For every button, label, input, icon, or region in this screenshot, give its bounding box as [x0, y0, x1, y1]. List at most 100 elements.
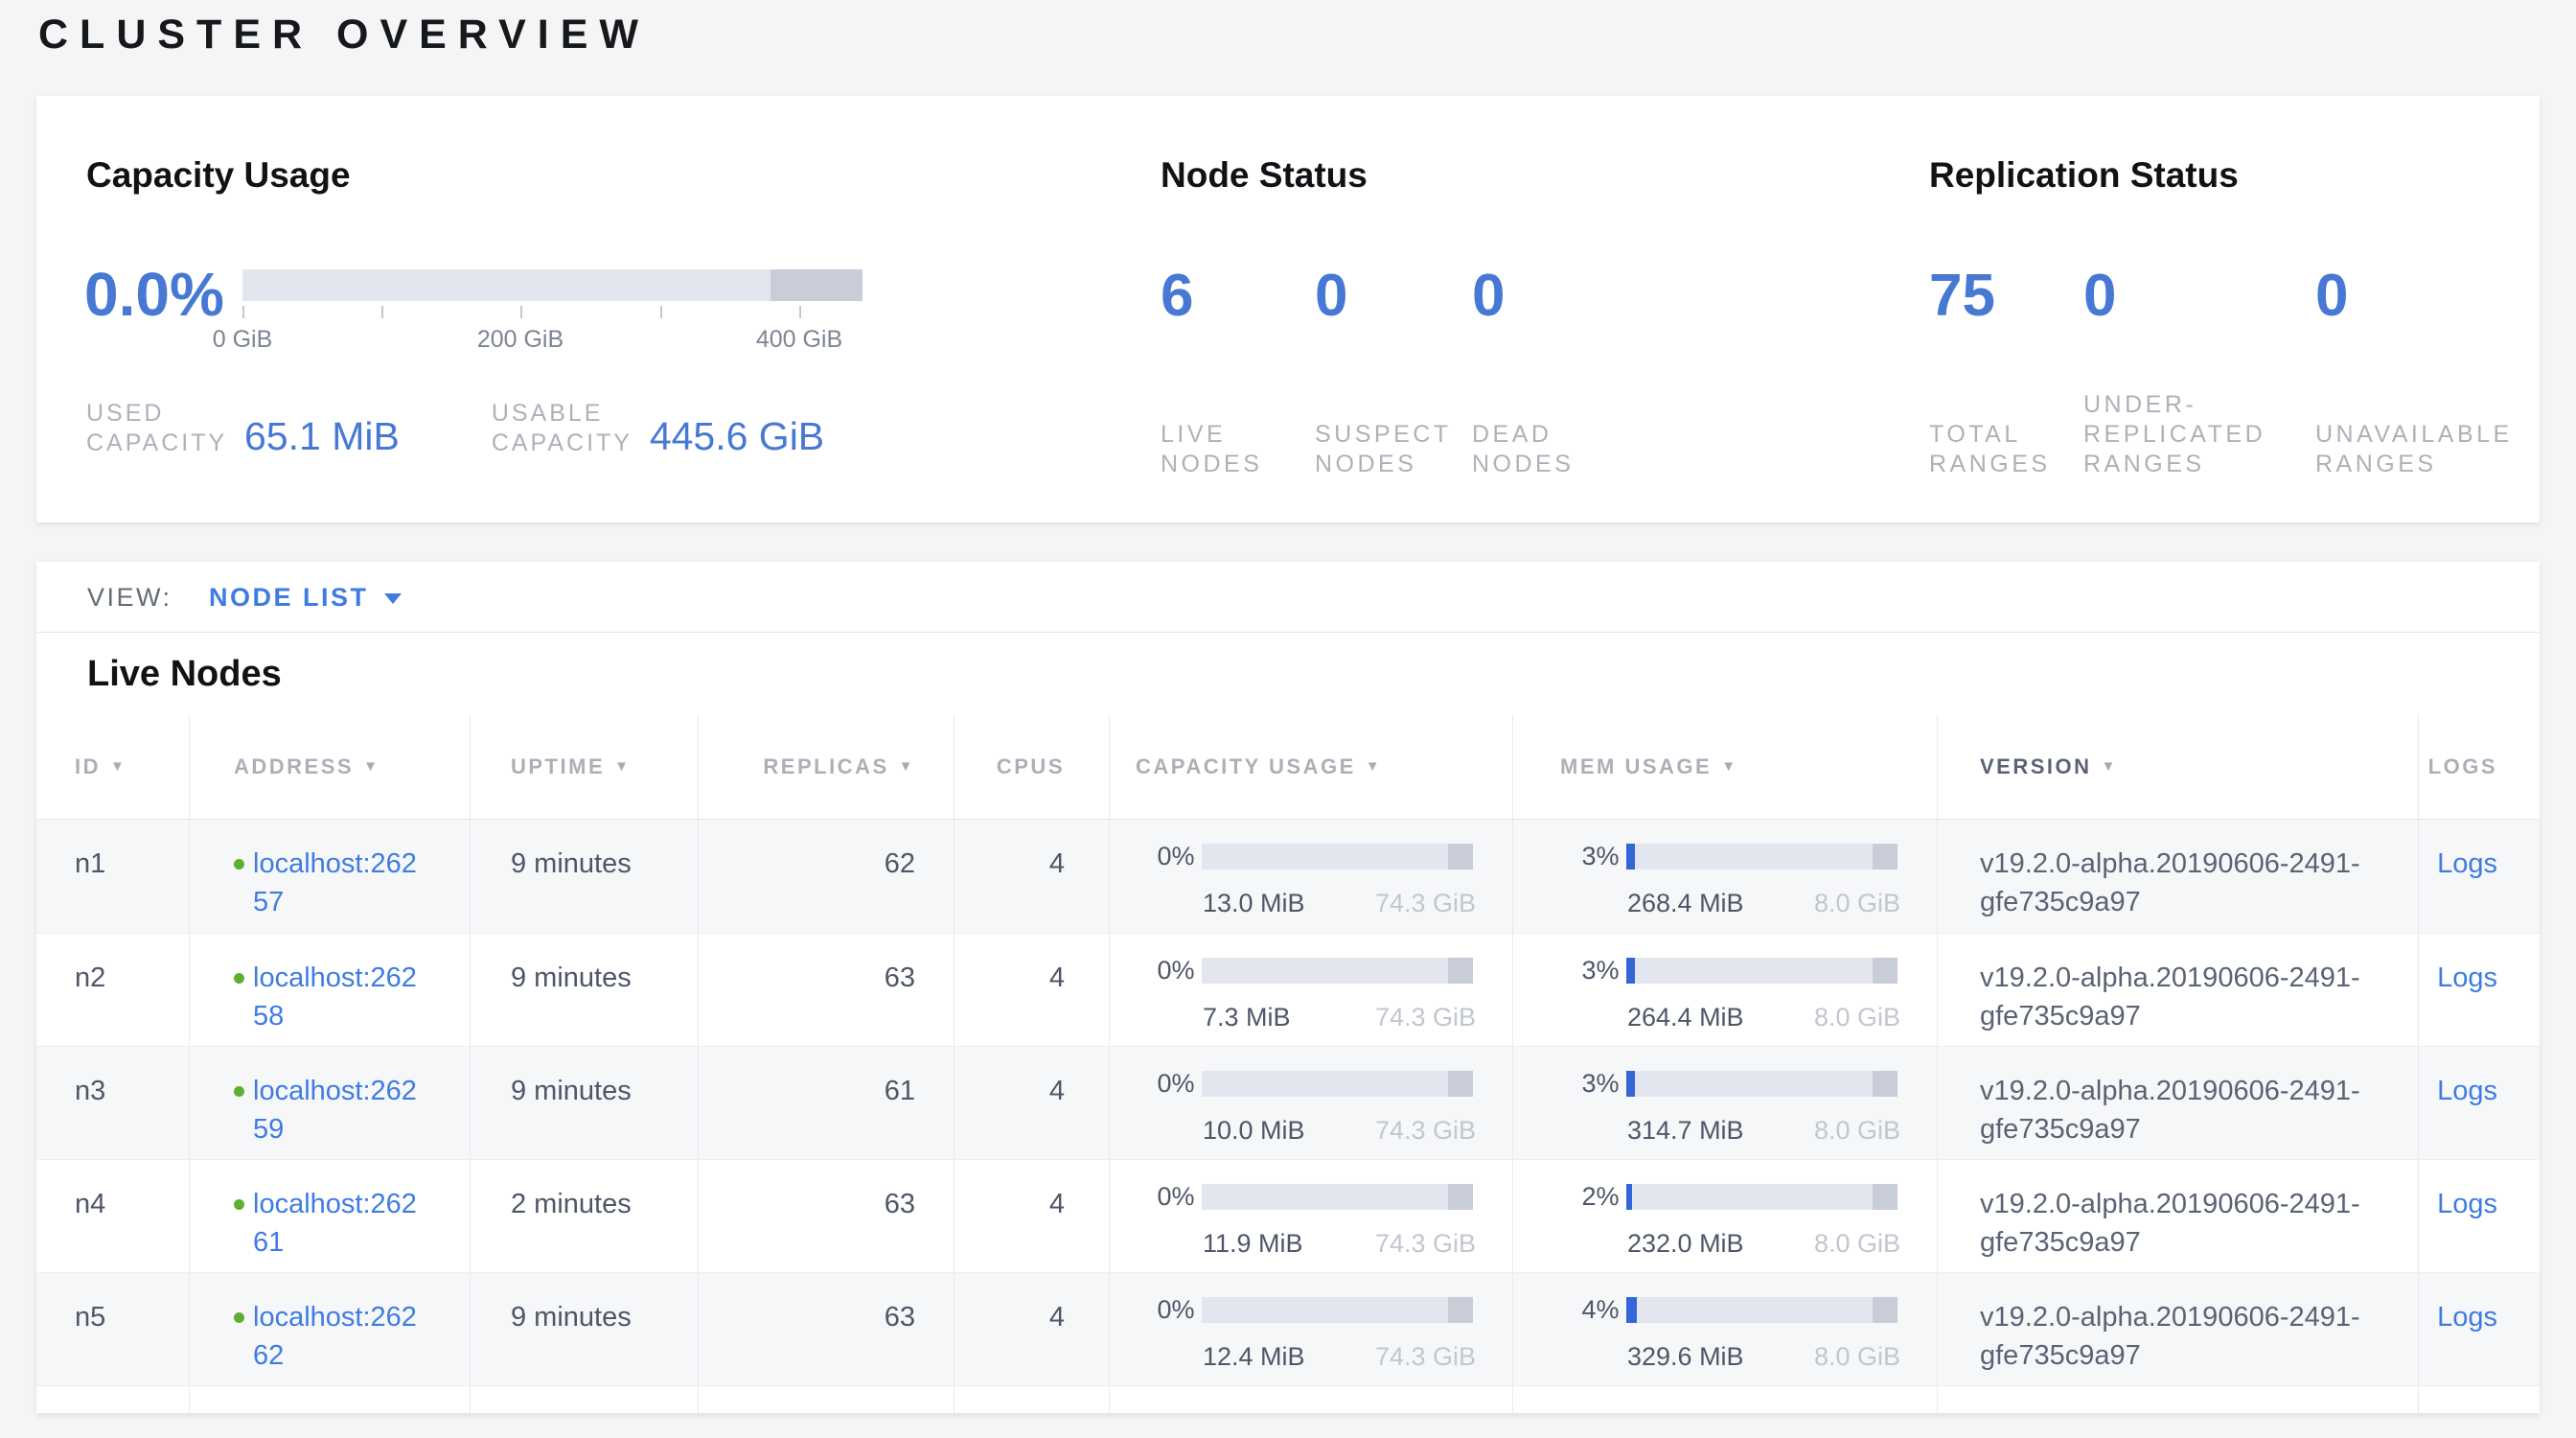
uptime-cell: 9 minutes — [470, 820, 698, 933]
live-nodes-title: Live Nodes — [36, 633, 2540, 714]
version-cell: v19.2.0-alpha.20190606-2491-gfe735c9a97 — [1937, 820, 2418, 933]
capacity-total-value: 74.3 GiB — [1375, 886, 1476, 921]
capacity-cell-bar — [1202, 1297, 1473, 1323]
used-capacity-label: USED CAPACITY — [86, 399, 235, 458]
stat-value: 6 — [1161, 267, 1296, 326]
stat-unavailable-ranges: 0 UNAVAILABLE RANGES — [2315, 267, 2576, 479]
node-id-cell: n3 — [36, 1047, 189, 1159]
node-address-link[interactable]: localhost:26261 — [253, 1185, 431, 1262]
logs-link[interactable]: Logs — [2437, 1076, 2497, 1106]
replication-status-stats: 75 TOTAL RANGES 0 UNDER-REPLICATED RANGE… — [1929, 267, 2576, 479]
mem-percent: 2% — [1560, 1179, 1619, 1215]
capacity-percent: 0% — [1136, 1179, 1194, 1215]
node-live-dot-icon — [234, 1312, 244, 1323]
axis-tick — [242, 306, 244, 318]
cpus-cell: 4 — [954, 934, 1109, 1046]
axis-tick — [660, 306, 662, 318]
uptime-cell: 2 minutes — [470, 1160, 698, 1272]
logs-cell: Logs — [2418, 1273, 2540, 1385]
capacity-used-value: 10.0 MiB — [1203, 1113, 1305, 1148]
view-selected-value: NODE LIST — [209, 583, 369, 612]
stat-label: SUSPECT NODES — [1315, 420, 1453, 479]
capacity-bar — [242, 269, 862, 301]
capacity-usage-cell: 0% 12.4 MiB 74.3 GiB — [1109, 1273, 1512, 1385]
stat-value: 0 — [2315, 267, 2557, 326]
capacity-used-percent: 0.0% — [84, 261, 224, 328]
stat-label: DEAD NODES — [1472, 420, 1616, 479]
sort-arrow-icon: ▼ — [2102, 758, 2118, 775]
replicas-cell: 63 — [698, 1160, 954, 1272]
used-capacity-value: 65.1 MiB — [244, 417, 400, 456]
node-status-title: Node Status — [1161, 155, 1368, 196]
stat-value: 0 — [2083, 267, 2296, 326]
logs-link[interactable]: Logs — [2437, 848, 2497, 879]
mem-percent: 4% — [1560, 1292, 1619, 1328]
node-live-dot-icon — [234, 1086, 244, 1097]
capacity-usage-cell: 0% 11.9 MiB 74.3 GiB — [1109, 1160, 1512, 1272]
column-header-mem-usage[interactable]: MEM USAGE▼ — [1512, 714, 1937, 819]
table-row: n5 localhost:26262 9 minutes 63 4 0% 12.… — [36, 1272, 2540, 1385]
view-label: VIEW: — [87, 583, 172, 612]
mem-total-value: 8.0 GiB — [1814, 1113, 1900, 1148]
mem-percent: 3% — [1560, 839, 1619, 874]
logs-link[interactable]: Logs — [2437, 1302, 2497, 1333]
mem-usage-cell: 3% 314.7 MiB 8.0 GiB — [1512, 1047, 1937, 1159]
node-address-link[interactable]: localhost:26262 — [253, 1298, 431, 1375]
table-row-partial — [36, 1385, 2540, 1413]
cluster-overview-page: CLUSTER OVERVIEW Capacity Usage Node Sta… — [0, 0, 2576, 1438]
mem-cell-bar — [1626, 844, 1898, 870]
mem-usage-cell: 4% 329.6 MiB 8.0 GiB — [1512, 1273, 1937, 1385]
mem-percent: 3% — [1560, 953, 1619, 988]
stat-under-replicated-ranges: 0 UNDER-REPLICATED RANGES — [2083, 267, 2315, 479]
capacity-usage-cell: 0% 10.0 MiB 74.3 GiB — [1109, 1047, 1512, 1159]
logs-link[interactable]: Logs — [2437, 963, 2497, 993]
node-address-link[interactable]: localhost:26258 — [253, 959, 431, 1035]
replicas-cell: 63 — [698, 1273, 954, 1385]
node-live-dot-icon — [234, 1199, 244, 1210]
view-selector-dropdown[interactable]: NODE LIST — [209, 583, 402, 612]
stat-total-ranges: 75 TOTAL RANGES — [1929, 267, 2083, 479]
capacity-usage-cell: 0% 13.0 MiB 74.3 GiB — [1109, 820, 1512, 933]
capacity-total-value: 74.3 GiB — [1375, 1000, 1476, 1035]
stat-dead-nodes: 0 DEAD NODES — [1472, 267, 1635, 479]
column-header-logs: LOGS▼ — [2418, 714, 2540, 819]
version-cell: v19.2.0-alpha.20190606-2491-gfe735c9a97 — [1937, 1047, 2418, 1159]
logs-link[interactable]: Logs — [2437, 1189, 2497, 1219]
capacity-used-value: 7.3 MiB — [1203, 1000, 1291, 1035]
column-header-uptime[interactable]: UPTIME▼ — [470, 714, 698, 819]
capacity-cell-bar — [1202, 958, 1473, 984]
stat-label: LIVE NODES — [1161, 420, 1296, 479]
column-header-replicas[interactable]: REPLICAS▼ — [698, 714, 954, 819]
column-header-capacity-usage[interactable]: CAPACITY USAGE▼ — [1109, 714, 1512, 819]
node-address-link[interactable]: localhost:26257 — [253, 845, 431, 921]
axis-tick — [520, 306, 522, 318]
replicas-cell: 61 — [698, 1047, 954, 1159]
live-nodes-card: VIEW: NODE LIST Live Nodes ID▼ ADDRESS▼ … — [36, 562, 2540, 1413]
table-row: n2 localhost:26258 9 minutes 63 4 0% 7.3… — [36, 933, 2540, 1046]
uptime-cell: 9 minutes — [470, 934, 698, 1046]
axis-tick-label: 200 GiB — [477, 326, 564, 354]
capacity-used-value: 11.9 MiB — [1203, 1226, 1303, 1262]
node-address-cell: localhost:26261 — [189, 1160, 470, 1272]
capacity-percent: 0% — [1136, 839, 1194, 874]
mem-cell-bar — [1626, 958, 1898, 984]
node-address-link[interactable]: localhost:26259 — [253, 1072, 431, 1148]
version-cell: v19.2.0-alpha.20190606-2491-gfe735c9a97 — [1937, 1273, 2418, 1385]
capacity-usage-cell: 0% 7.3 MiB 74.3 GiB — [1109, 934, 1512, 1046]
mem-used-value: 268.4 MiB — [1627, 886, 1744, 921]
column-header-address[interactable]: ADDRESS▼ — [189, 714, 470, 819]
capacity-total-value: 74.3 GiB — [1375, 1339, 1476, 1375]
sort-arrow-icon: ▼ — [110, 758, 126, 775]
stat-live-nodes: 6 LIVE NODES — [1161, 267, 1315, 479]
node-address-cell: localhost:26257 — [189, 820, 470, 933]
usable-capacity-label: USABLE CAPACITY — [492, 399, 640, 458]
column-header-version[interactable]: VERSION▼ — [1937, 714, 2418, 819]
mem-percent: 3% — [1560, 1066, 1619, 1102]
mem-total-value: 8.0 GiB — [1814, 1000, 1900, 1035]
column-header-id[interactable]: ID▼ — [36, 714, 189, 819]
chevron-down-icon — [384, 593, 402, 604]
sort-arrow-icon: ▼ — [1721, 758, 1737, 775]
logs-cell: Logs — [2418, 1047, 2540, 1159]
logs-cell: Logs — [2418, 934, 2540, 1046]
mem-used-value: 232.0 MiB — [1627, 1226, 1744, 1262]
